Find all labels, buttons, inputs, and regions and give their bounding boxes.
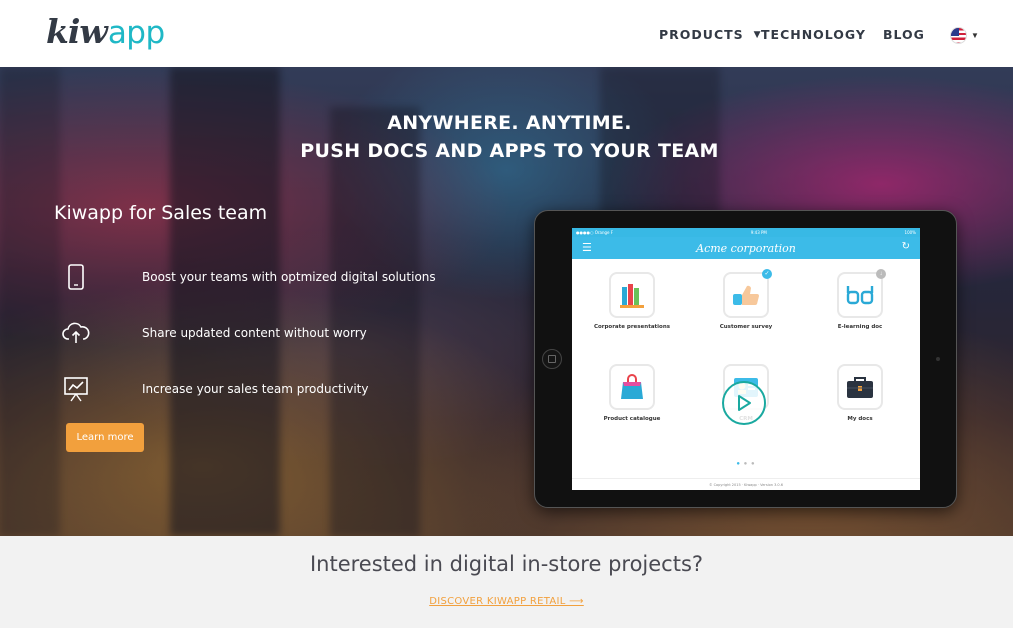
section-heading: Kiwapp for Sales team — [54, 202, 268, 224]
retail-promo-band: Interested in digital in-store projects?… — [0, 536, 1013, 628]
tile-label: E-learning doc — [837, 324, 883, 330]
logo-text-kiw: kiw — [46, 12, 108, 51]
tablet-camera — [936, 357, 940, 361]
discover-retail-link[interactable]: DISCOVER KIWAPP RETAIL ⟶ — [429, 596, 584, 607]
kiwapp-logo[interactable]: kiw app — [46, 12, 165, 52]
status-time: 9:43 PM — [750, 230, 767, 235]
feature-text: Share updated content without worry — [142, 326, 367, 340]
tile-label: Product catalogue — [603, 416, 661, 422]
glasses-icon: ↓ — [837, 269, 886, 318]
tablet-mockup: ●●●●○ Orange F 9:43 PM 100% ☰ Acme corpo… — [534, 210, 957, 508]
tile-label: My docs — [847, 416, 873, 422]
presentation-chart-icon — [62, 375, 90, 403]
shopping-bag-icon — [609, 364, 655, 410]
nav-blog[interactable]: BLOG — [883, 27, 925, 42]
retail-promo-link-wrapper: DISCOVER KIWAPP RETAIL ⟶ — [0, 591, 1013, 609]
tile-label: Corporate presentations — [593, 324, 671, 330]
retail-promo-title: Interested in digital in-store projects? — [309, 552, 704, 576]
thumbs-up-icon: ✓ — [723, 269, 772, 318]
status-battery: 100% — [904, 230, 916, 235]
tablet-screen: ●●●●○ Orange F 9:43 PM 100% ☰ Acme corpo… — [572, 228, 920, 490]
briefcase-icon — [837, 364, 883, 410]
nav-products[interactable]: PRODUCTS ▼ — [659, 27, 762, 42]
chevron-down-icon: ▼ — [971, 31, 979, 40]
tablet-home-button — [542, 349, 562, 369]
books-icon — [609, 272, 655, 318]
hero-title-line2: PUSH DOCS AND APPS TO YOUR TEAM — [300, 140, 719, 162]
page-indicator: ● ● ● — [736, 461, 756, 467]
feature-item: Share updated content without worry — [62, 319, 367, 347]
learn-more-button[interactable]: Learn more — [66, 423, 144, 452]
play-video-button[interactable] — [722, 381, 766, 425]
tablet-copyright: © Copyright 2015 · Kiwapp · Version 3.0.… — [572, 478, 920, 490]
site-header: kiw app PRODUCTS ▼ TECHNOLOGY BLOG ▼ — [0, 0, 1013, 67]
hero-title-line1: ANYWHERE. ANYTIME. — [387, 112, 632, 134]
app-tile: My docs — [810, 364, 910, 422]
tile-label: Customer survey — [719, 324, 773, 330]
app-tile: ↓ E-learning doc — [810, 269, 910, 330]
nav-products-label: PRODUCTS — [659, 27, 744, 42]
feature-text: Increase your sales team productivity — [142, 382, 369, 396]
us-flag-icon — [950, 27, 967, 44]
app-tile: ✓ Customer survey — [696, 269, 796, 330]
app-tile: Product catalogue — [582, 364, 682, 422]
nav-technology[interactable]: TECHNOLOGY — [761, 27, 866, 42]
hero-section: ANYWHERE. ANYTIME. PUSH DOCS AND APPS TO… — [0, 67, 1013, 536]
language-selector[interactable]: ▼ — [950, 27, 979, 44]
feature-text: Boost your teams with optmized digital s… — [142, 270, 436, 284]
logo-text-app: app — [107, 15, 165, 51]
check-badge-icon: ✓ — [762, 269, 772, 279]
feature-item: Increase your sales team productivity — [62, 375, 368, 403]
status-carrier: ●●●●○ Orange F — [576, 230, 614, 235]
app-bar: ☰ Acme corporation ↻ — [572, 237, 920, 259]
download-badge-icon: ↓ — [876, 269, 886, 279]
feature-item: Boost your teams with optmized digital s… — [62, 263, 436, 291]
app-tile: Corporate presentations — [582, 272, 682, 330]
cloud-upload-icon — [62, 319, 90, 347]
smartphone-icon — [62, 263, 90, 291]
refresh-icon: ↻ — [901, 241, 910, 252]
tablet-status-bar: ●●●●○ Orange F 9:43 PM 100% — [572, 228, 920, 237]
app-title: Acme corporation — [696, 242, 796, 255]
